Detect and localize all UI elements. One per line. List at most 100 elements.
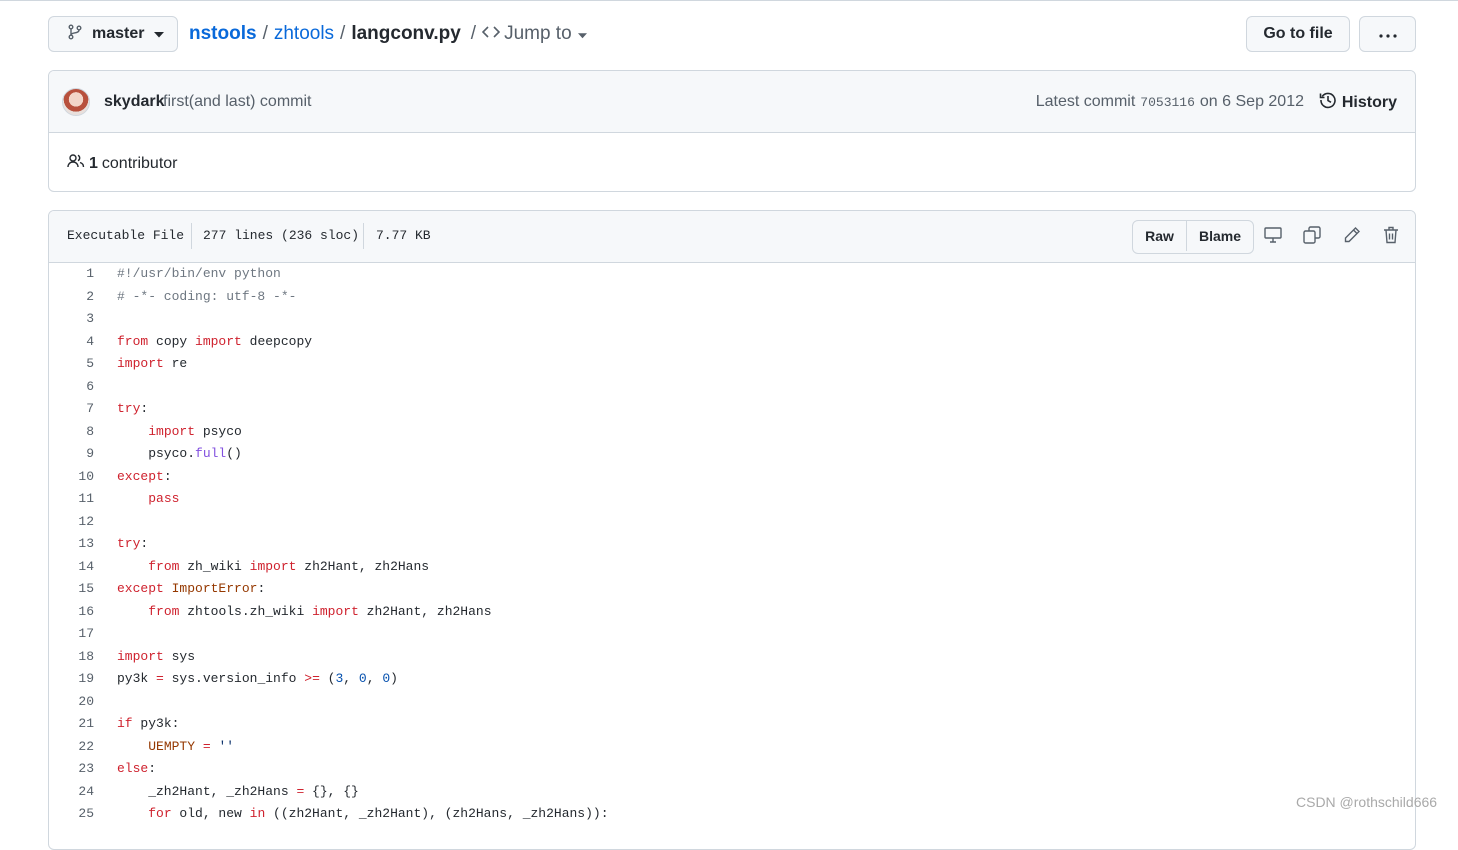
breadcrumb-folder-link[interactable]: zhtools	[274, 23, 334, 45]
code-token: try	[117, 401, 141, 416]
code-token: ,	[343, 671, 359, 686]
code-token: py3k:	[132, 716, 180, 731]
raw-button[interactable]: Raw	[1133, 221, 1187, 251]
code-token: :	[257, 581, 266, 596]
line-number[interactable]: 4	[49, 331, 94, 353]
code-text: psyco.full()	[117, 443, 242, 465]
line-number[interactable]: 18	[49, 646, 94, 668]
line-number[interactable]: 14	[49, 556, 94, 578]
line-number[interactable]: 15	[49, 578, 94, 600]
commit-message-link[interactable]: first(and last) commit	[163, 93, 311, 111]
line-number[interactable]: 6	[49, 376, 94, 398]
divider	[191, 223, 192, 249]
code-line: 20	[49, 691, 1415, 713]
branch-name: master	[92, 25, 145, 42]
code-line: 14 from zh_wiki import zh2Hant, zh2Hans	[49, 556, 1415, 578]
line-number[interactable]: 22	[49, 736, 94, 758]
commit-sha-link[interactable]: 7053116	[1140, 95, 1195, 110]
line-number[interactable]: 20	[49, 691, 94, 713]
code-token: :	[140, 536, 149, 551]
code-line: 19 py3k = sys.version_info >= (3, 0, 0)	[49, 668, 1415, 690]
code-token: _zh2Hant, _zh2Hans	[117, 783, 297, 799]
line-number[interactable]: 23	[49, 758, 94, 780]
people-icon	[67, 153, 85, 174]
code-line: 6	[49, 376, 1415, 398]
code-text: import re	[117, 353, 187, 375]
code-line: 23 else:	[49, 758, 1415, 780]
code-line: 15 except ImportError:	[49, 578, 1415, 600]
desktop-icon[interactable]	[1263, 225, 1283, 245]
code-token: import	[249, 558, 297, 574]
code-text: from zhtools.zh_wiki import zh2Hant, zh2…	[117, 601, 491, 623]
line-number[interactable]: 3	[49, 308, 94, 330]
branch-select-button[interactable]: master	[48, 16, 178, 52]
line-number[interactable]: 5	[49, 353, 94, 375]
code-text: from copy import deepcopy	[117, 331, 312, 353]
commit-author-link[interactable]: skydark	[104, 93, 165, 111]
latest-commit-info: Latest commit 7053116 on 6 Sep 2012	[1036, 93, 1304, 111]
line-number[interactable]: 13	[49, 533, 94, 555]
code-token: 0	[358, 671, 367, 686]
code-token: sys.version_info	[163, 671, 305, 686]
code-text: try:	[117, 398, 148, 420]
history-link[interactable]: History	[1319, 91, 1397, 114]
code-token: py3k	[117, 671, 157, 686]
go-to-file-button[interactable]: Go to file	[1246, 16, 1350, 52]
file-viewer: Executable File 277 lines (236 sloc) 7.7…	[48, 210, 1416, 850]
breadcrumb: nstools / zhtools / langconv.py / Jump t…	[189, 20, 587, 48]
code-line: 17	[49, 623, 1415, 645]
line-number[interactable]: 24	[49, 781, 94, 803]
code-text: py3k = sys.version_info >= (3, 0, 0)	[117, 668, 398, 690]
code-line: 24 _zh2Hant, _zh2Hans = {}, {}	[49, 781, 1415, 803]
code-token: ,	[366, 671, 383, 686]
line-number[interactable]: 8	[49, 421, 94, 443]
code-token: UEMPTY	[148, 738, 196, 754]
code-token: zhtools.zh_wiki	[179, 603, 313, 619]
copy-icon[interactable]	[1302, 225, 1322, 245]
code-token: from	[148, 603, 180, 619]
avatar[interactable]	[62, 88, 90, 116]
code-text: except:	[117, 466, 172, 488]
line-number[interactable]: 21	[49, 713, 94, 735]
jump-to-menu[interactable]: Jump to	[481, 23, 587, 45]
code-text: except ImportError:	[117, 578, 265, 600]
code-line: 25 for old, new in ((zh2Hant, _zh2Hant),…	[49, 803, 1415, 825]
code-line: 21 if py3k:	[49, 713, 1415, 735]
code-token: :	[148, 761, 157, 776]
watermark: CSDN @rothschild666	[1296, 794, 1438, 810]
breadcrumb-repo-link[interactable]: nstools	[189, 23, 257, 45]
code-token: import	[312, 603, 359, 619]
more-options-button[interactable]	[1359, 16, 1416, 52]
line-number[interactable]: 7	[49, 398, 94, 420]
breadcrumb-file-name: langconv.py	[351, 23, 461, 44]
latest-commit-label: Latest commit	[1035, 93, 1136, 110]
code-token: else	[117, 761, 149, 776]
code-line: 12	[49, 511, 1415, 533]
line-number[interactable]: 11	[49, 488, 94, 510]
line-number[interactable]: 1	[49, 263, 94, 285]
code-token: (	[319, 671, 336, 686]
line-number[interactable]: 16	[49, 601, 94, 623]
trash-icon[interactable]	[1381, 225, 1401, 245]
line-number[interactable]: 9	[49, 443, 94, 465]
code-text: for old, new in ((zh2Hant, _zh2Hant), (z…	[117, 803, 608, 825]
code-token: old, new	[171, 806, 250, 821]
code-line: 5 import re	[49, 353, 1415, 375]
line-number[interactable]: 10	[49, 466, 94, 488]
file-line-count: 277 lines (236 sloc)	[203, 228, 360, 243]
blame-button[interactable]: Blame	[1187, 221, 1253, 251]
line-number[interactable]: 12	[49, 511, 94, 533]
pencil-icon[interactable]	[1342, 225, 1362, 245]
line-number[interactable]: 25	[49, 803, 94, 825]
line-number[interactable]: 17	[49, 623, 94, 645]
code-token: from	[148, 558, 180, 574]
code-token: psyco.	[117, 446, 196, 461]
line-number[interactable]: 2	[49, 286, 94, 308]
contributors-link[interactable]: 1 contributor	[67, 153, 178, 174]
code-text: import sys	[117, 646, 195, 668]
line-number[interactable]: 19	[49, 668, 94, 690]
